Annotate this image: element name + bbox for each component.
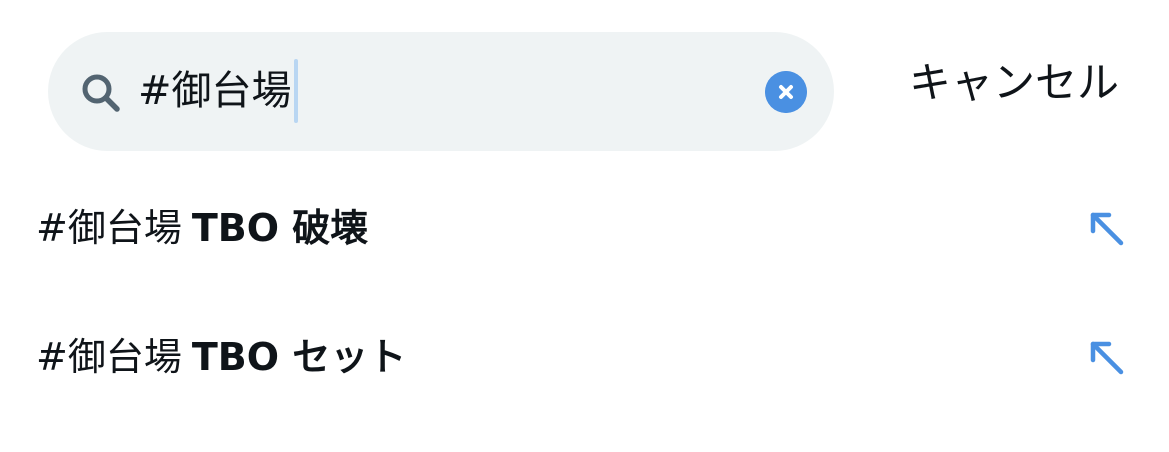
suggestion-text: #御台場 TBO セット xyxy=(36,338,406,376)
suggestion-text: #御台場 TBO 破壊 xyxy=(36,209,368,247)
clear-icon[interactable] xyxy=(765,71,807,113)
search-input-text: #御台場 xyxy=(138,68,292,114)
search-screen: #御台場 キャンセル #御台場 TBO 破壊 #御台場 TBO セット xyxy=(0,0,1169,452)
suggestion-prefix: #御台場 xyxy=(36,335,182,379)
cancel-button[interactable]: キャンセル xyxy=(909,62,1119,104)
suggestion-prefix: #御台場 xyxy=(36,206,182,250)
search-input[interactable]: #御台場 xyxy=(138,56,298,126)
arrow-up-left-icon[interactable] xyxy=(1087,338,1125,376)
search-icon xyxy=(82,74,120,112)
suggestion-completion: TBO 破壊 xyxy=(191,206,369,250)
arrow-up-left-icon[interactable] xyxy=(1087,209,1125,247)
suggestion-completion: TBO セット xyxy=(191,335,407,379)
search-bar[interactable]: #御台場 xyxy=(48,32,834,151)
text-caret xyxy=(293,59,298,123)
suggestion-item[interactable]: #御台場 TBO セット xyxy=(0,302,1169,412)
suggestion-item[interactable]: #御台場 TBO 破壊 xyxy=(0,173,1169,283)
